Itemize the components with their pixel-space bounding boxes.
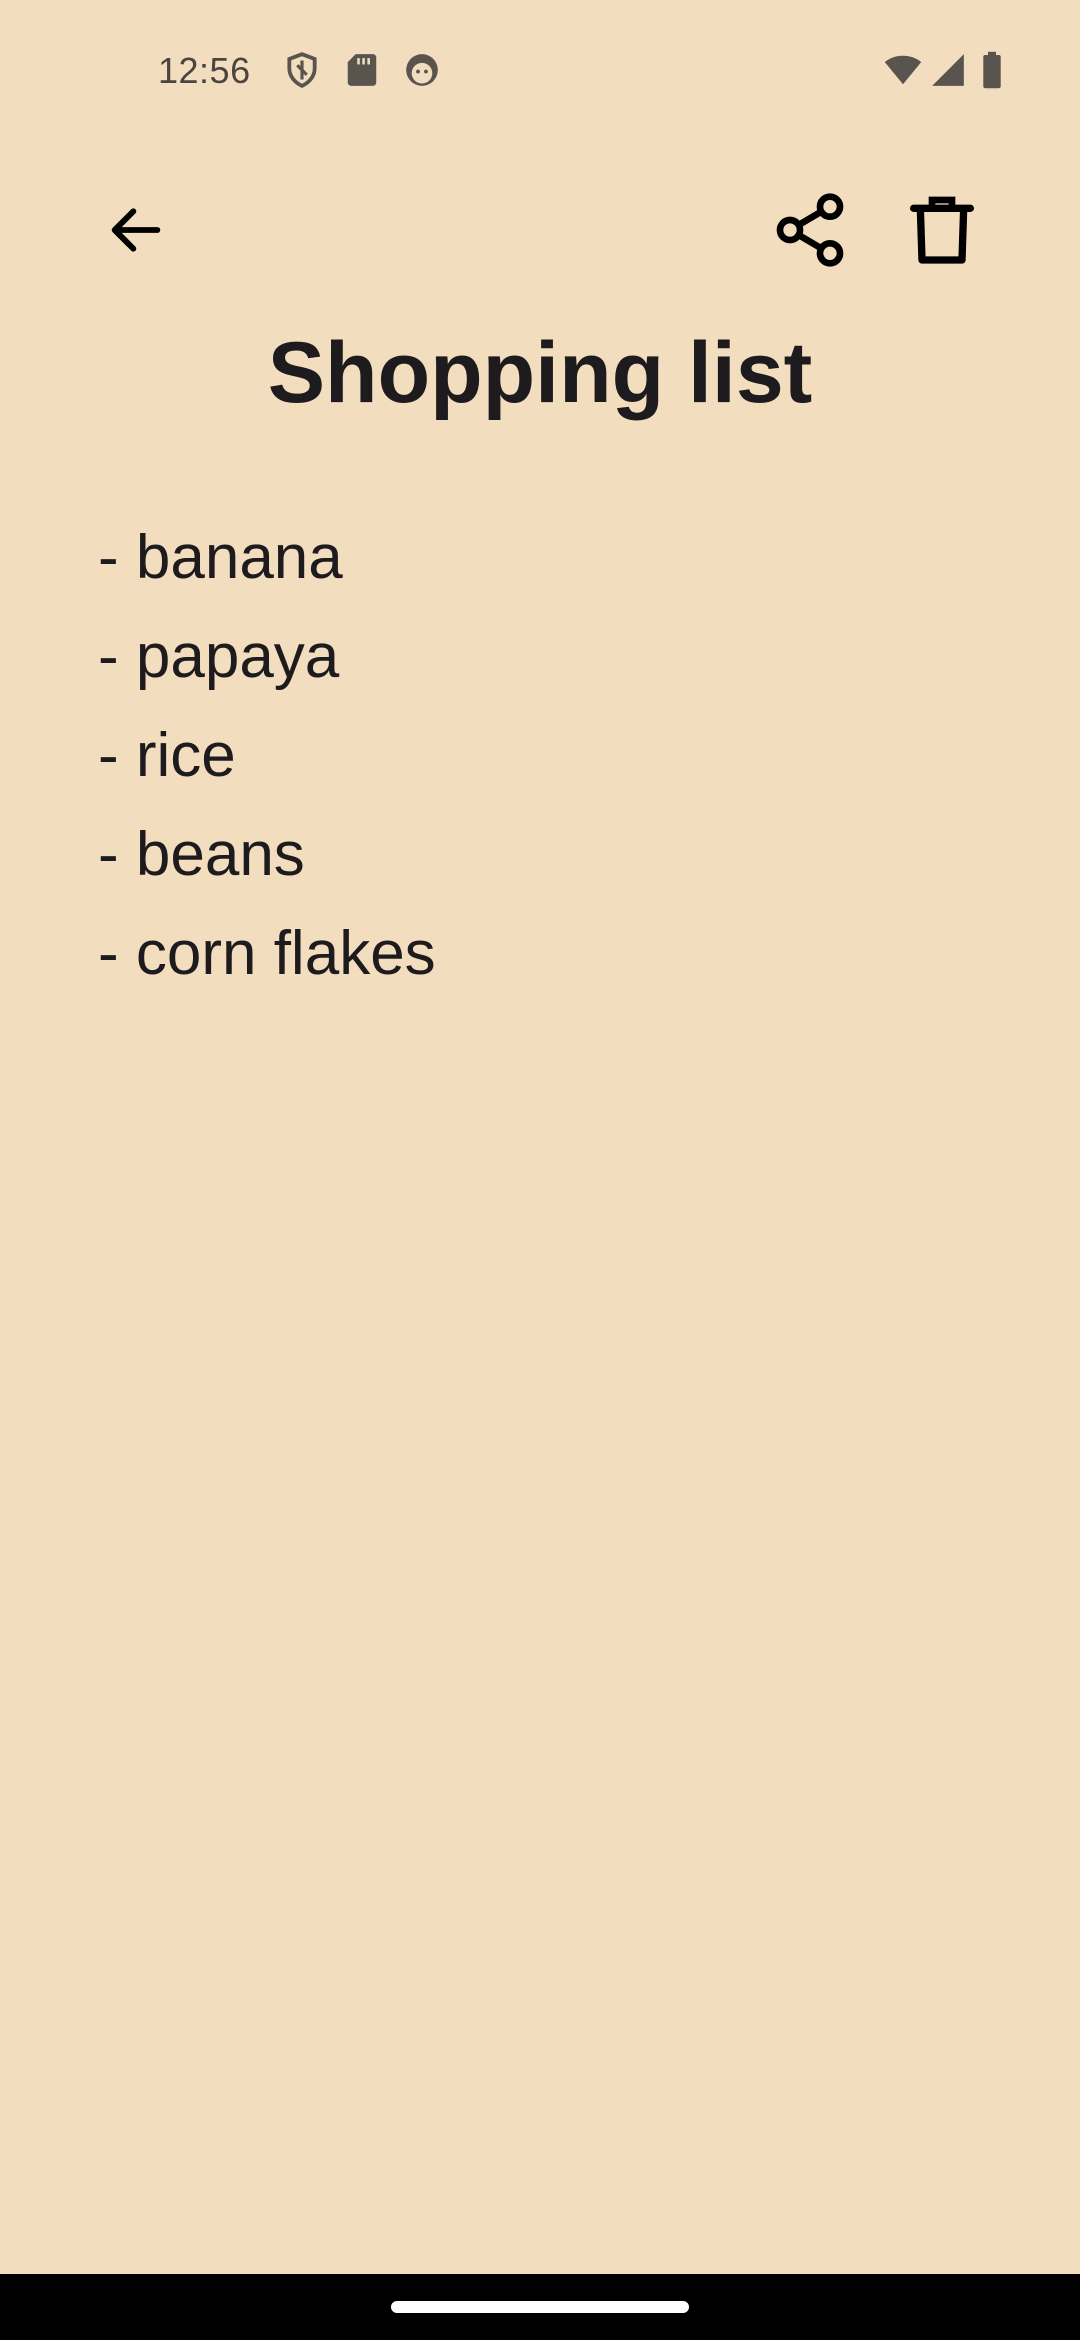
status-time: 12:56 — [158, 50, 251, 91]
wifi-icon — [883, 51, 923, 89]
list-item: - banana — [98, 523, 343, 592]
share-icon — [770, 190, 850, 270]
note-body[interactable]: - banana - papaya - rice - beans - corn … — [98, 508, 998, 1003]
shield-icon — [283, 51, 321, 89]
battery-icon — [978, 51, 1006, 89]
list-item: - rice — [98, 721, 236, 790]
delete-button[interactable] — [882, 170, 1002, 290]
face-icon — [403, 51, 441, 89]
cell-signal-icon — [929, 51, 967, 89]
status-bar: 12:56 — [0, 0, 1080, 140]
navigation-bar — [0, 2274, 1080, 2340]
list-item: - beans — [98, 820, 305, 889]
list-item: - corn flakes — [98, 919, 436, 988]
back-button[interactable] — [76, 170, 196, 290]
sd-card-icon — [343, 51, 381, 89]
share-button[interactable] — [750, 170, 870, 290]
list-item: - papaya — [98, 622, 340, 691]
arrow-back-icon — [104, 198, 168, 262]
home-indicator[interactable] — [391, 2301, 689, 2313]
trash-icon — [902, 188, 982, 272]
note-title[interactable]: Shopping list — [0, 318, 1080, 428]
